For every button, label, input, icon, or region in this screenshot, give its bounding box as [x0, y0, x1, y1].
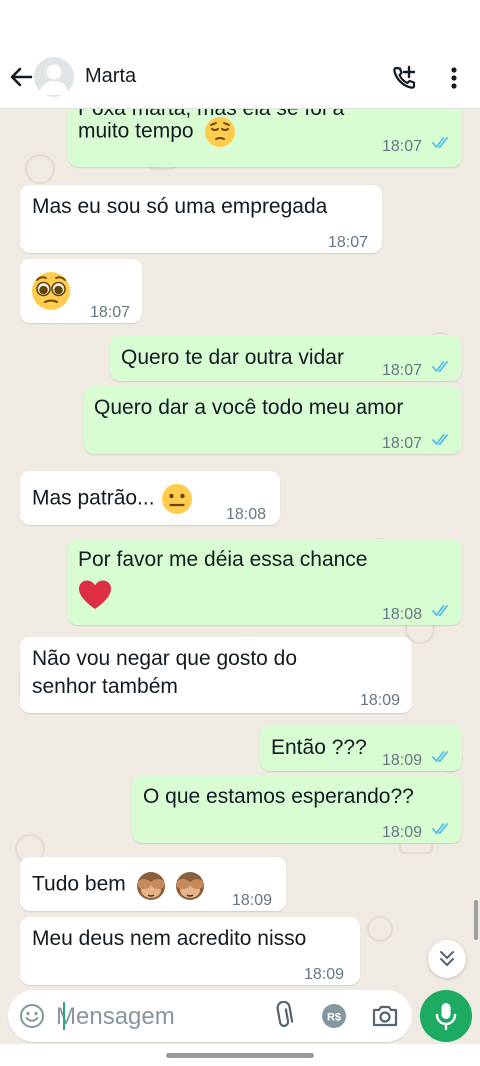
message-input[interactable]	[54, 996, 258, 1038]
message-bubble-incoming[interactable]: 18:07	[20, 259, 142, 323]
read-ticks-icon	[432, 751, 448, 763]
chat-header: Marta	[0, 48, 480, 109]
message-text: Então ???	[271, 736, 367, 759]
payment-rs-icon[interactable]: R$	[320, 1002, 348, 1030]
text-cursor	[63, 1002, 65, 1030]
default-avatar-icon[interactable]	[34, 57, 74, 97]
arrow-left-icon[interactable]	[6, 62, 36, 92]
scrollbar-thumb[interactable]	[474, 900, 478, 940]
message-text: Tudo bem	[32, 868, 207, 902]
message-text: Quero dar a você todo meu amor	[94, 396, 404, 419]
message-time: 18:07	[382, 138, 423, 155]
message-time: 18:09	[232, 892, 273, 909]
message-text: muito tempo	[78, 115, 237, 149]
home-gesture-handle[interactable]	[166, 1053, 314, 1058]
message-bubble-outgoing[interactable]: Poxa marta, mas ela se foi a muito tempo…	[68, 109, 462, 167]
message-text: Meu deus nem acredito nisso	[32, 927, 307, 950]
read-ticks-icon	[432, 137, 448, 149]
message-bubble-incoming[interactable]: Mas patrão... 18:08	[20, 471, 280, 525]
read-ticks-icon	[432, 434, 448, 446]
message-bubble-incoming[interactable]: Meu deus nem acredito nisso 18:09	[20, 917, 360, 985]
more-vertical-icon[interactable]	[442, 63, 466, 93]
message-text: Quero te dar outra vidar	[121, 346, 344, 369]
message-time: 18:09	[304, 966, 345, 983]
add-call-icon[interactable]	[390, 63, 420, 93]
camera-icon[interactable]	[370, 1002, 400, 1030]
message-text: Mas patrão...	[32, 482, 194, 516]
message-time: 18:07	[90, 304, 131, 321]
message-time: 18:08	[382, 606, 423, 623]
contact-name[interactable]: Marta	[85, 65, 136, 88]
pensive-face-icon	[205, 117, 236, 147]
message-text-line1: Não vou negar que gosto do	[32, 647, 298, 670]
emoji-icon[interactable]	[18, 1002, 46, 1030]
message-composer: R$	[8, 990, 412, 1042]
voice-message-button[interactable]	[420, 990, 472, 1042]
message-time: 18:07	[328, 234, 369, 251]
see-no-evil-monkey-icon	[176, 872, 205, 900]
see-no-evil-monkey-icon	[136, 872, 165, 900]
read-ticks-icon	[432, 823, 448, 835]
message-bubble-incoming[interactable]: Não vou negar que gosto do senhor também…	[20, 637, 412, 713]
message-list[interactable]: Poxa marta, mas ela se foi a muito tempo…	[0, 109, 480, 988]
system-navigation-bar	[0, 1044, 480, 1066]
message-bubble-outgoing[interactable]: O que estamos esperando?? 18:09	[132, 775, 462, 843]
paperclip-icon[interactable]	[270, 1001, 296, 1031]
message-bubble-incoming[interactable]: Tudo bem 18:09	[20, 857, 286, 911]
neutral-face-icon	[162, 484, 193, 514]
read-ticks-icon	[432, 605, 448, 617]
read-ticks-icon	[432, 361, 448, 373]
scroll-to-bottom-button[interactable]	[428, 940, 466, 978]
message-text: Por favor me déia essa chance	[78, 548, 368, 571]
message-text: Mas eu sou só uma empregada	[32, 195, 328, 218]
message-bubble-outgoing[interactable]: Quero te dar outra vidar 18:07	[110, 335, 462, 381]
message-time: 18:07	[382, 362, 423, 379]
svg-text:R$: R$	[327, 1012, 341, 1024]
message-bubble-incoming[interactable]: Mas eu sou só uma empregada 18:07	[20, 185, 382, 253]
message-time: 18:09	[382, 752, 423, 769]
pleading-face-icon	[32, 272, 70, 310]
red-heart-icon	[79, 580, 111, 609]
message-bubble-outgoing[interactable]: Por favor me déia essa chance 18:08	[68, 539, 462, 625]
message-bubble-outgoing[interactable]: Então ??? 18:09	[260, 725, 462, 771]
mic-icon	[435, 1003, 457, 1031]
status-bar	[0, 0, 480, 48]
message-text-line2: senhor também	[32, 675, 178, 698]
message-time: 18:07	[382, 435, 423, 452]
message-text: O que estamos esperando??	[143, 785, 414, 808]
message-time: 18:09	[360, 692, 401, 709]
message-time: 18:09	[382, 824, 423, 841]
message-time: 18:08	[226, 506, 267, 523]
chevrons-down-icon	[440, 951, 454, 966]
message-bubble-outgoing[interactable]: Quero dar a você todo meu amor 18:07	[84, 386, 462, 454]
